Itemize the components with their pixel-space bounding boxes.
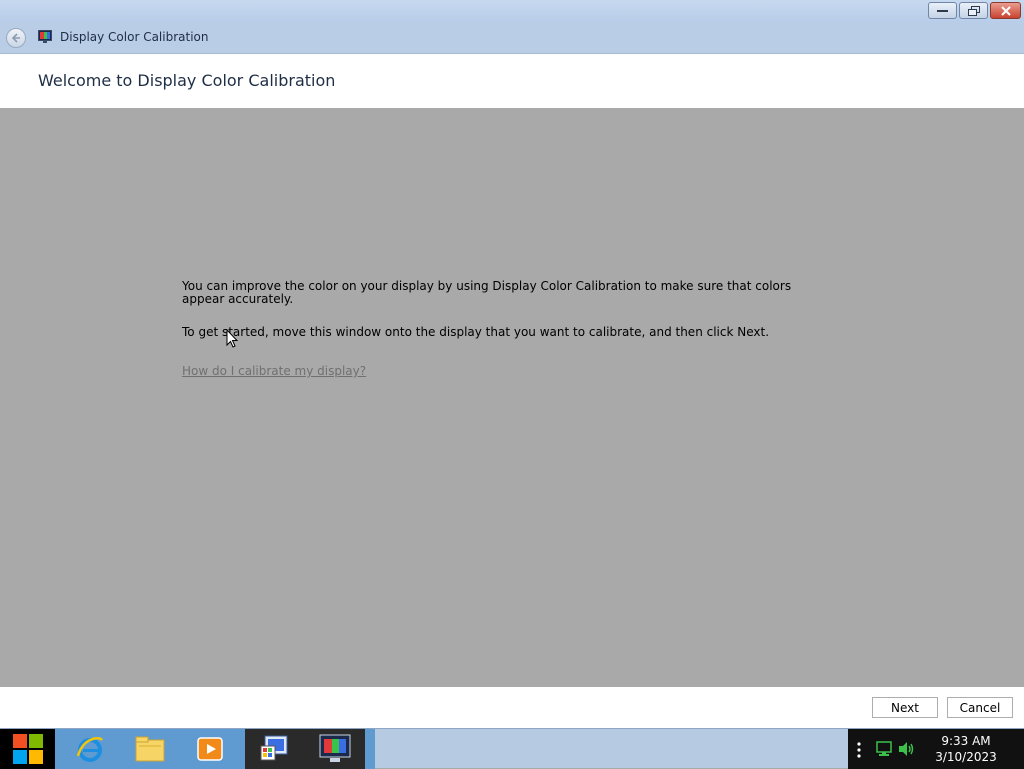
window-title: Display Color Calibration (60, 30, 209, 44)
minimize-button[interactable] (928, 2, 957, 19)
main-content: You can improve the color on your displa… (0, 108, 1024, 687)
navigation-bar: Display Color Calibration (0, 22, 1024, 54)
taskbar-media-player[interactable] (180, 729, 240, 769)
taskbar-internet-explorer[interactable] (60, 729, 120, 769)
close-icon (1000, 5, 1011, 16)
network-icon[interactable] (876, 741, 892, 757)
minimize-icon (937, 9, 948, 12)
caption-buttons (928, 2, 1021, 19)
taskbar: 9:33 AM 3/10/2023 (0, 728, 1024, 769)
window-titlebar (0, 0, 1024, 22)
taskbar-pinned-apps (55, 729, 375, 769)
internet-explorer-icon (76, 737, 103, 762)
page-header: Welcome to Display Color Calibration (0, 54, 1024, 108)
instructions-paragraph: To get started, move this window onto th… (182, 325, 770, 339)
wizard-footer: Next Cancel (0, 687, 1024, 728)
taskbar-display-color-calibration[interactable] (305, 729, 365, 769)
restore-button[interactable] (959, 2, 988, 19)
media-player-icon (197, 737, 223, 761)
tray-overflow-icon[interactable] (857, 742, 861, 758)
back-button[interactable] (6, 28, 26, 48)
intro-paragraph: You can improve the color on your displa… (182, 279, 792, 306)
taskbar-control-panel[interactable] (245, 729, 305, 769)
control-panel-icon (260, 735, 288, 761)
clock-time[interactable]: 9:33 AM (920, 734, 1012, 748)
help-link[interactable]: How do I calibrate my display? (182, 364, 366, 378)
restore-icon (967, 5, 980, 16)
next-button[interactable]: Next (872, 697, 938, 718)
cancel-button[interactable]: Cancel (947, 697, 1013, 718)
mouse-cursor-icon (226, 329, 239, 348)
close-button[interactable] (990, 2, 1021, 19)
volume-icon[interactable] (898, 741, 916, 757)
clock-date[interactable]: 3/10/2023 (920, 750, 1012, 764)
back-arrow-icon (11, 33, 20, 43)
file-explorer-icon (135, 736, 165, 762)
display-color-calibration-icon (319, 734, 351, 762)
display-calibration-icon (38, 30, 52, 43)
taskbar-file-explorer[interactable] (120, 729, 180, 769)
windows-logo-icon (12, 734, 43, 764)
page-title: Welcome to Display Color Calibration (38, 71, 336, 90)
start-button[interactable] (0, 729, 55, 769)
